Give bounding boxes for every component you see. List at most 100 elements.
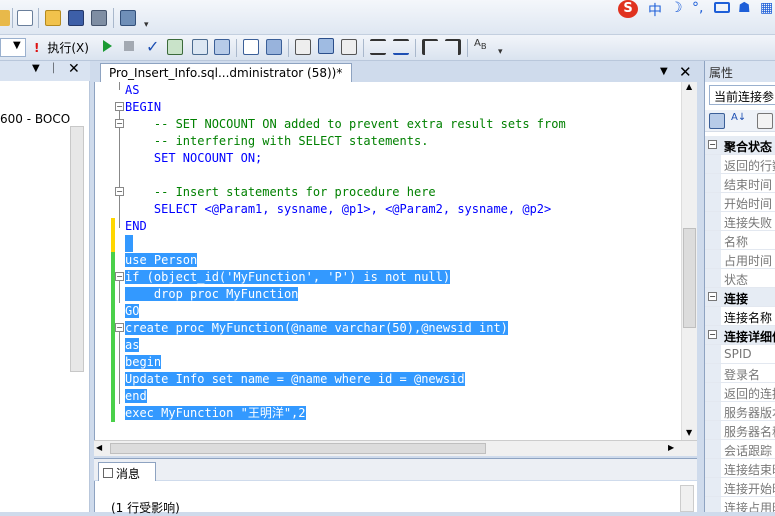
properties-toolbar: A↓ xyxy=(705,110,775,132)
execute-button[interactable]: ! 执行(X) xyxy=(34,39,89,57)
fold-create-icon[interactable]: − xyxy=(115,323,124,332)
toolbar-overflow-icon-2[interactable]: ▾ xyxy=(498,47,503,57)
properties-title: 属性 xyxy=(709,66,734,80)
tab-messages[interactable]: 消息 xyxy=(98,462,156,482)
scroll-left-icon[interactable]: ◀ xyxy=(96,443,102,452)
property-row[interactable]: 开始时间 xyxy=(705,193,775,212)
fold-if-icon[interactable]: − xyxy=(115,272,124,281)
client-stats-icon[interactable] xyxy=(266,39,282,55)
code-line: -- SET NOCOUNT ON added to prevent extra… xyxy=(125,117,566,131)
scroll-down-icon[interactable]: ▼ xyxy=(686,428,692,437)
code-line: Update Info set name = @name where id = … xyxy=(125,372,465,386)
server-node[interactable]: 600 - BOCO xyxy=(0,112,70,126)
scroll-thumb[interactable] xyxy=(683,228,696,328)
collapse-icon[interactable]: − xyxy=(708,292,717,301)
save-all-icon[interactable] xyxy=(91,10,107,26)
properties-object-dropdown[interactable]: 当前连接参 xyxy=(709,85,775,105)
debug-play-icon[interactable] xyxy=(103,40,112,52)
ime-chinese-mode[interactable]: 中 xyxy=(648,0,662,20)
property-row[interactable]: SPID xyxy=(705,345,775,364)
activity-monitor-icon[interactable] xyxy=(120,10,136,26)
tools-icon[interactable]: ▦ xyxy=(760,0,773,16)
property-category[interactable]: − 连接 xyxy=(705,288,775,307)
save-icon[interactable] xyxy=(68,10,84,26)
alphabetical-icon[interactable]: A↓ xyxy=(731,112,746,123)
property-row[interactable]: 登录名 xyxy=(705,364,775,383)
increase-indent-icon[interactable] xyxy=(445,39,461,55)
property-row[interactable]: 返回的连接 xyxy=(705,383,775,402)
specify-values-icon[interactable]: AB xyxy=(474,38,487,51)
property-row[interactable]: 连接开始时 xyxy=(705,478,775,497)
results-to-grid-icon[interactable] xyxy=(214,39,230,55)
pane-menu-icon[interactable]: ▼ xyxy=(32,63,40,74)
toolbar-overflow-icon[interactable]: ▾ xyxy=(144,20,149,30)
query-toolbar: ▼ ! 执行(X) ✓ AB ▾ xyxy=(0,35,775,61)
database-dropdown[interactable]: ▼ xyxy=(0,38,26,57)
tab-list-icon[interactable]: ▼ xyxy=(660,66,668,77)
code-line: use Person xyxy=(125,253,198,267)
collapse-icon[interactable]: − xyxy=(708,330,717,339)
collapse-icon[interactable]: − xyxy=(708,140,717,149)
code-line: if (object_id('MyFunction', 'P') is not … xyxy=(125,270,451,284)
code-line: -- interfering with SELECT statements. xyxy=(125,134,429,148)
moon-icon[interactable]: ☽ xyxy=(670,0,683,16)
scroll-right-icon[interactable]: ▶ xyxy=(668,443,674,452)
property-row[interactable]: 连接占用时 xyxy=(705,497,775,512)
fold-begin-icon[interactable]: − xyxy=(115,102,124,111)
results-grid-icon[interactable] xyxy=(318,38,334,54)
fold-comment-icon[interactable]: − xyxy=(115,119,124,128)
editor-horizontal-scrollbar[interactable]: ◀ ▶ xyxy=(94,440,697,456)
decrease-indent-icon[interactable] xyxy=(422,39,438,55)
close-tab-icon[interactable]: ✕ xyxy=(679,63,692,81)
property-row[interactable]: 返回的行数 xyxy=(705,155,775,174)
close-pane-icon[interactable]: ✕ xyxy=(68,61,80,77)
property-row[interactable]: 服务器名称 xyxy=(705,421,775,440)
property-row[interactable]: 连接结束时 xyxy=(705,459,775,478)
punctuation-icon[interactable]: °, xyxy=(692,0,703,16)
h-scroll-thumb[interactable] xyxy=(110,443,486,454)
code-line: BEGIN xyxy=(125,100,162,114)
tab-query-editor[interactable]: Pro_Insert_Info.sql...dministrator (58))… xyxy=(100,63,352,82)
property-row[interactable]: 结束时间 xyxy=(705,174,775,193)
results-scrollbar[interactable] xyxy=(680,485,694,512)
code-line: AS xyxy=(125,83,140,97)
property-row[interactable]: 连接名称 xyxy=(705,307,775,326)
results-tab-bar xyxy=(94,458,697,480)
editor-vertical-scrollbar[interactable]: ▲ ▼ xyxy=(681,82,697,440)
property-row[interactable]: 名称 xyxy=(705,231,775,250)
property-row[interactable]: 会话跟踪 xyxy=(705,440,775,459)
categorized-icon[interactable] xyxy=(709,113,725,129)
results-text-icon[interactable] xyxy=(295,39,311,55)
explorer-scrollbar[interactable] xyxy=(70,126,84,372)
property-row[interactable]: 占用时间 xyxy=(705,250,775,269)
property-row[interactable]: 服务器版本 xyxy=(705,402,775,421)
open-folder-icon[interactable] xyxy=(45,10,61,26)
chevron-down-icon: ▼ xyxy=(13,40,21,51)
scroll-up-icon[interactable]: ▲ xyxy=(686,82,692,91)
keyboard-icon[interactable] xyxy=(714,2,730,13)
sql-editor[interactable]: − − − − − AS BEGIN -- SET NOCOUNT ON add… xyxy=(94,82,697,440)
pin-icon[interactable]: ᛁ xyxy=(50,61,57,75)
fold-comment2-icon[interactable]: − xyxy=(115,187,124,196)
estimated-plan-icon[interactable] xyxy=(167,39,183,55)
stop-icon[interactable] xyxy=(124,41,134,51)
property-category[interactable]: −连接详细信 xyxy=(705,326,775,345)
code-line: drop proc MyFunction xyxy=(125,287,299,301)
query-options-icon[interactable] xyxy=(192,39,208,55)
comment-out-icon[interactable] xyxy=(370,39,386,55)
sogou-logo-icon[interactable]: S xyxy=(618,0,638,18)
skin-icon[interactable]: ☗ xyxy=(738,0,751,16)
message-icon xyxy=(103,468,113,478)
code-line: exec MyFunction "王明洋",2 xyxy=(125,406,306,420)
parse-check-icon[interactable]: ✓ xyxy=(146,37,159,56)
property-category[interactable]: − 聚合状态 xyxy=(705,136,775,155)
results-file-icon[interactable] xyxy=(341,39,357,55)
include-plan-icon[interactable] xyxy=(243,39,259,55)
execute-label: 执行(X) xyxy=(47,41,89,55)
property-row[interactable]: 状态 xyxy=(705,269,775,288)
property-pages-icon[interactable] xyxy=(757,113,773,129)
new-query-icon[interactable] xyxy=(0,10,10,26)
uncomment-icon[interactable] xyxy=(393,39,409,55)
property-row[interactable]: 连接失败 xyxy=(705,212,775,231)
new-file-icon[interactable] xyxy=(17,10,33,26)
